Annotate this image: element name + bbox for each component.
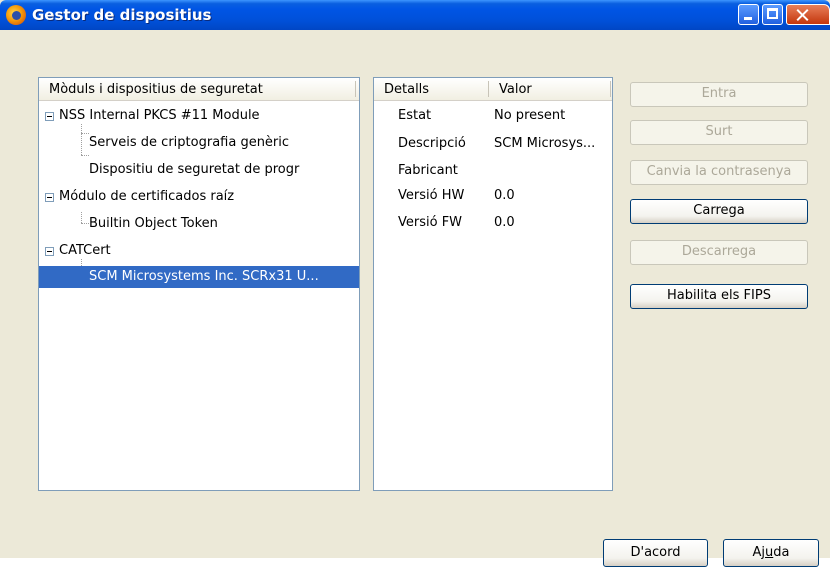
column-separator bbox=[610, 81, 611, 97]
tree-item-label: NSS Internal PKCS #11 Module bbox=[59, 108, 260, 123]
tree-item-software-device[interactable]: Dispositiu de seguretat de progr bbox=[39, 159, 359, 181]
detail-label: Versió FW bbox=[398, 215, 463, 230]
tree-connector bbox=[81, 155, 89, 156]
title-bar[interactable]: Gestor de dispositius bbox=[0, 0, 830, 30]
tree-item-label: CATCert bbox=[59, 243, 111, 258]
help-button[interactable]: Ajuda bbox=[723, 539, 819, 567]
tree-header-label: Mòduls i dispositius de seguretat bbox=[49, 82, 263, 97]
tree-item-scm-reader[interactable]: SCM Microsystems Inc. SCRx31 U... bbox=[39, 266, 359, 288]
detail-label: Estat bbox=[398, 108, 432, 123]
collapse-icon[interactable] bbox=[45, 193, 54, 202]
details-header-label[interactable]: Detalls bbox=[384, 82, 429, 97]
detail-row-description[interactable]: Descripció SCM Microsys... bbox=[374, 131, 612, 157]
enable-fips-button[interactable]: Habilita els FIPS bbox=[630, 284, 808, 309]
tree-column-header[interactable]: Mòduls i dispositius de seguretat bbox=[39, 78, 359, 101]
collapse-icon[interactable] bbox=[45, 112, 54, 121]
tree-item-crypto-services[interactable]: Serveis de criptografia genèric bbox=[39, 132, 359, 154]
detail-value: 0.0 bbox=[494, 188, 515, 203]
tree-item-label: SCM Microsystems Inc. SCRx31 U... bbox=[89, 269, 319, 284]
close-button[interactable] bbox=[786, 4, 830, 25]
detail-label: Descripció bbox=[398, 136, 466, 151]
detail-label: Versió HW bbox=[398, 188, 465, 203]
detail-row-hw-version[interactable]: Versió HW 0.0 bbox=[374, 183, 612, 209]
column-separator[interactable] bbox=[488, 81, 489, 97]
tree-item-root-certs[interactable]: Módulo de certificados raíz bbox=[39, 186, 359, 208]
tree-item-catcert[interactable]: CATCert bbox=[39, 240, 359, 262]
firefox-icon bbox=[6, 5, 26, 25]
details-column-header: Detalls Valor bbox=[374, 78, 612, 101]
logout-button[interactable]: Surt bbox=[630, 120, 808, 145]
minimize-button[interactable] bbox=[738, 4, 759, 25]
collapse-icon[interactable] bbox=[45, 247, 54, 256]
maximize-button[interactable] bbox=[762, 4, 783, 25]
unload-button[interactable]: Descarrega bbox=[630, 240, 808, 265]
window-title: Gestor de dispositius bbox=[32, 6, 212, 24]
detail-row-status[interactable]: Estat No present bbox=[374, 103, 612, 129]
detail-row-fw-version[interactable]: Versió FW 0.0 bbox=[374, 210, 612, 236]
column-separator bbox=[355, 81, 356, 97]
security-modules-tree[interactable]: Mòduls i dispositius de seguretat NSS In… bbox=[38, 77, 360, 491]
value-header-label[interactable]: Valor bbox=[499, 82, 532, 97]
tree-item-label: Builtin Object Token bbox=[89, 216, 218, 231]
ok-button[interactable]: D'acord bbox=[603, 539, 708, 567]
detail-value: 0.0 bbox=[494, 215, 515, 230]
tree-item-label: Módulo de certificados raíz bbox=[59, 189, 235, 204]
change-password-button[interactable]: Canvia la contrasenya bbox=[630, 160, 808, 185]
tree-item-builtin-token[interactable]: Builtin Object Token bbox=[39, 213, 359, 235]
details-table[interactable]: Detalls Valor Estat No present Descripci… bbox=[373, 77, 613, 491]
login-button[interactable]: Entra bbox=[630, 82, 808, 107]
detail-value: No present bbox=[494, 108, 566, 123]
detail-label: Fabricant bbox=[398, 163, 458, 178]
load-button[interactable]: Carrega bbox=[630, 199, 808, 224]
device-manager-window: Gestor de dispositius Mòduls i dispositi… bbox=[0, 0, 830, 567]
tree-item-label: Serveis de criptografia genèric bbox=[89, 135, 290, 150]
detail-value: SCM Microsys... bbox=[494, 136, 596, 151]
detail-row-manufacturer[interactable]: Fabricant bbox=[374, 158, 612, 184]
tree-item-label: Dispositiu de seguretat de progr bbox=[89, 162, 300, 177]
tree-item-nss-internal[interactable]: NSS Internal PKCS #11 Module bbox=[39, 105, 359, 127]
